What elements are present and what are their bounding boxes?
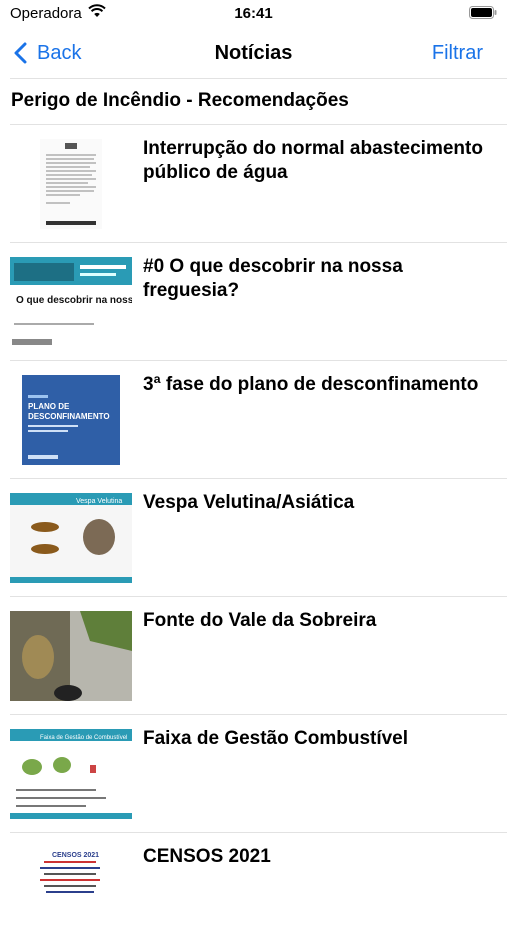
news-item[interactable]: O que descobrir na nossa freguesia? #0 O… bbox=[10, 242, 507, 360]
news-title: Vespa Velutina/Asiática bbox=[143, 492, 355, 513]
filter-button[interactable]: Filtrar bbox=[432, 42, 483, 65]
news-item[interactable]: Faixa de Gestão de Combustível Faixa de … bbox=[10, 714, 507, 832]
news-item[interactable]: Fonte do Vale da Sobreira bbox=[10, 596, 507, 714]
news-title: Interrupção do normal abastecimento públ… bbox=[143, 138, 483, 183]
thumb-caption: CENSOS 2021 bbox=[52, 852, 99, 859]
news-item[interactable]: CENSOS 2021 CENSOS 2021 bbox=[10, 832, 507, 950]
news-thumbnail bbox=[10, 611, 132, 701]
navigation-bar: Back Notícias Filtrar bbox=[0, 32, 507, 76]
news-list: Interrupção do normal abastecimento públ… bbox=[0, 124, 507, 950]
section-header: Perigo de Incêndio - Recomendações bbox=[11, 90, 349, 111]
nav-separator bbox=[10, 78, 507, 79]
thumb-caption: PLANO DE bbox=[28, 402, 70, 411]
chevron-left-icon bbox=[14, 42, 27, 64]
news-title: 3ª fase do plano de desconfinamento bbox=[143, 374, 479, 395]
thumb-caption: DESCONFINAMENTO bbox=[28, 412, 110, 421]
news-thumbnail bbox=[10, 139, 132, 229]
thumb-caption: Vespa Velutina bbox=[76, 498, 122, 505]
news-thumbnail: Faixa de Gestão de Combustível bbox=[10, 729, 132, 819]
status-bar: Operadora 16:41 bbox=[0, 0, 507, 30]
news-item[interactable]: Vespa Velutina Vespa Velutina/Asiática bbox=[10, 478, 507, 596]
battery-icon bbox=[469, 6, 497, 19]
back-label: Back bbox=[37, 41, 82, 64]
news-title: CENSOS 2021 bbox=[143, 846, 271, 867]
thumb-caption: O que descobrir na nossa freguesia? bbox=[16, 295, 132, 306]
news-thumbnail: PLANO DE DESCONFINAMENTO bbox=[10, 375, 132, 465]
news-title: Faixa de Gestão Combustível bbox=[143, 728, 409, 749]
news-item[interactable]: Interrupção do normal abastecimento públ… bbox=[10, 124, 507, 242]
news-thumbnail: O que descobrir na nossa freguesia? bbox=[10, 257, 132, 347]
news-title: #0 O que descobrir na nossa freguesia? bbox=[143, 256, 403, 301]
news-thumbnail: CENSOS 2021 bbox=[10, 847, 132, 937]
thumb-caption: Faixa de Gestão de Combustível bbox=[40, 735, 127, 741]
news-title: Fonte do Vale da Sobreira bbox=[143, 610, 377, 631]
back-button[interactable]: Back bbox=[14, 38, 81, 68]
news-item[interactable]: PLANO DE DESCONFINAMENTO 3ª fase do plan… bbox=[10, 360, 507, 478]
news-thumbnail: Vespa Velutina bbox=[10, 493, 132, 583]
clock: 16:41 bbox=[234, 5, 273, 22]
